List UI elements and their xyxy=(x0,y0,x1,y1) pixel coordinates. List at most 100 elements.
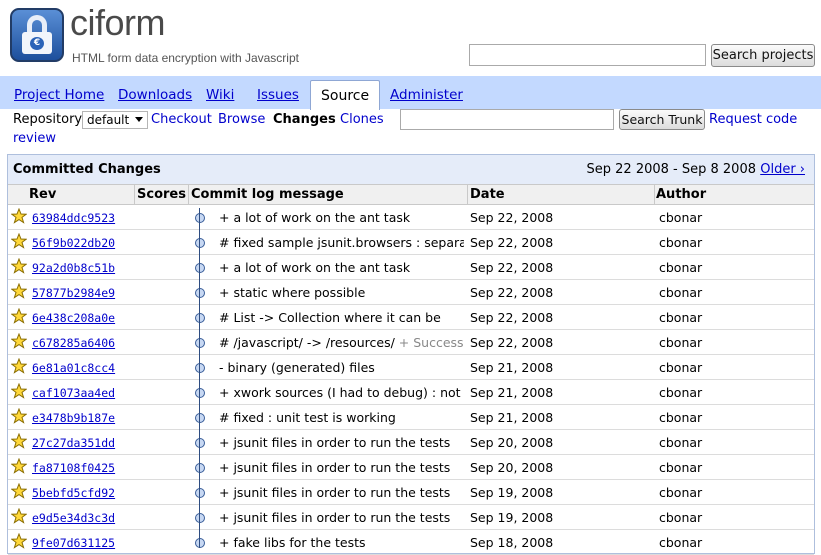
revision-link[interactable]: 5bebfd5cfd92 xyxy=(32,486,115,500)
search-trunk-button[interactable]: Search Trunk xyxy=(619,109,705,130)
commit-message[interactable]: # /javascript/ -> /resources/ + Success.… xyxy=(219,335,464,350)
revision-link[interactable]: 57877b2984e9 xyxy=(32,286,115,300)
commit-message[interactable]: + a lot of work on the ant task xyxy=(219,260,464,275)
project-summary: HTML form data encryption with Javascrip… xyxy=(72,51,299,65)
revision-link[interactable]: 63984ddc9523 xyxy=(32,211,115,225)
commit-message[interactable]: - binary (generated) files xyxy=(219,360,464,375)
commit-message[interactable]: + jsunit files in order to run the tests xyxy=(219,435,464,450)
col-rev[interactable]: Rev xyxy=(29,187,56,202)
table-row[interactable]: 56f9b022db20 # fixed sample jsunit.browse… xyxy=(8,230,814,255)
older-link[interactable]: Older › xyxy=(760,162,805,177)
commit-date: Sep 20, 2008 xyxy=(470,460,554,475)
commit-message-text: + jsunit files in order to run the tests xyxy=(219,510,451,525)
commit-author: cbonar xyxy=(659,360,703,375)
checkout-link[interactable]: Checkout xyxy=(151,112,212,127)
tab-wiki[interactable]: Wiki xyxy=(206,87,234,103)
revision-link[interactable]: 56f9b022db20 xyxy=(32,236,115,250)
star-icon[interactable] xyxy=(11,258,27,274)
col-author[interactable]: Author xyxy=(656,187,706,202)
revision-node-icon xyxy=(195,363,205,373)
star-icon[interactable] xyxy=(11,408,27,424)
dropdown-arrow-icon xyxy=(135,117,143,122)
table-row[interactable]: 63984ddc9523 + a lot of work on the ant t… xyxy=(8,205,814,230)
col-date[interactable]: Date xyxy=(470,187,505,202)
tab-administer[interactable]: Administer xyxy=(390,87,463,103)
revision-link[interactable]: e3478b9b187e xyxy=(32,411,115,425)
revision-node-icon xyxy=(195,263,205,273)
table-row[interactable]: caf1073aa4ed + xwork sources (I had to de… xyxy=(8,380,814,405)
request-code-link[interactable]: Request code xyxy=(709,112,797,127)
browse-link[interactable]: Browse xyxy=(218,112,265,127)
star-icon[interactable] xyxy=(11,458,27,474)
star-icon[interactable] xyxy=(11,508,27,524)
commit-message-text: + xwork sources (I had to debug) : not r… xyxy=(219,385,464,400)
euro-icon: € xyxy=(30,37,44,50)
star-icon[interactable] xyxy=(11,208,27,224)
search-projects-input[interactable] xyxy=(469,44,706,66)
repository-select[interactable]: default xyxy=(82,111,148,129)
table-row[interactable]: 6e81a01c8cc4 - binary (generated) files Se… xyxy=(8,355,814,380)
clones-link[interactable]: Clones xyxy=(340,112,384,127)
commit-date: Sep 21, 2008 xyxy=(470,360,554,375)
request-code-review-link[interactable]: review xyxy=(13,131,56,146)
search-projects-button[interactable]: Search projects xyxy=(711,44,815,67)
col-scores[interactable]: Scores xyxy=(137,187,186,202)
commit-message[interactable]: + a lot of work on the ant task xyxy=(219,210,464,225)
commit-message[interactable]: # List -> Collection where it can be xyxy=(219,310,464,325)
tab-source[interactable]: Source xyxy=(310,80,381,110)
commit-message[interactable]: + jsunit files in order to run the tests xyxy=(219,510,464,525)
commit-author: cbonar xyxy=(659,410,703,425)
commit-author: cbonar xyxy=(659,510,703,525)
star-icon[interactable] xyxy=(11,283,27,299)
revision-link[interactable]: fa87108f0425 xyxy=(32,461,115,475)
commit-message-text: # /javascript/ -> /resources/ xyxy=(219,335,395,350)
star-icon[interactable] xyxy=(11,483,27,499)
table-row[interactable]: 5bebfd5cfd92 + jsunit files in order to r… xyxy=(8,480,814,505)
table-row[interactable]: c678285a6406 # /javascript/ -> /resources… xyxy=(8,330,814,355)
commit-message[interactable]: + jsunit files in order to run the tests xyxy=(219,485,464,500)
star-icon[interactable] xyxy=(11,333,27,349)
commit-message-text: + a lot of work on the ant task xyxy=(219,260,411,275)
table-row[interactable]: e9d5e34d3c3d + jsunit files in order to r… xyxy=(8,505,814,530)
commit-message-extra: + Success... xyxy=(398,335,464,350)
revision-node-icon xyxy=(195,213,205,223)
commit-message[interactable]: + jsunit files in order to run the tests xyxy=(219,460,464,475)
commit-message[interactable]: + static where possible xyxy=(219,285,464,300)
col-commit-message[interactable]: Commit log message xyxy=(191,187,344,202)
revision-link[interactable]: 9fe07d631125 xyxy=(32,536,115,550)
star-icon[interactable] xyxy=(11,308,27,324)
commit-message[interactable]: # fixed : unit test is working xyxy=(219,410,464,425)
revision-link[interactable]: 92a2d0b8c51b xyxy=(32,261,115,275)
project-name[interactable]: ciform xyxy=(70,2,166,44)
commit-message[interactable]: # fixed sample jsunit.browsers : separa.… xyxy=(219,235,464,250)
table-row[interactable]: 27c27da351dd + jsunit files in order to r… xyxy=(8,430,814,455)
revision-link[interactable]: 6e81a01c8cc4 xyxy=(32,361,115,375)
date-range: Sep 22 2008 - Sep 8 2008 xyxy=(586,162,756,177)
tab-issues[interactable]: Issues xyxy=(257,87,299,103)
revision-link[interactable]: 27c27da351dd xyxy=(32,436,115,450)
commit-author: cbonar xyxy=(659,235,703,250)
commit-date: Sep 22, 2008 xyxy=(470,335,554,350)
revision-node-icon xyxy=(195,388,205,398)
tab-project-home[interactable]: Project Home xyxy=(14,87,104,103)
star-icon[interactable] xyxy=(11,233,27,249)
revision-link[interactable]: 6e438c208a0e xyxy=(32,311,115,325)
tab-downloads[interactable]: Downloads xyxy=(118,87,192,103)
star-icon[interactable] xyxy=(11,433,27,449)
commit-message[interactable]: + xwork sources (I had to debug) : not r… xyxy=(219,385,464,400)
revision-link[interactable]: e9d5e34d3c3d xyxy=(32,511,115,525)
commit-date: Sep 22, 2008 xyxy=(470,235,554,250)
table-row[interactable]: 92a2d0b8c51b + a lot of work on the ant t… xyxy=(8,255,814,280)
table-row[interactable]: fa87108f0425 + jsunit files in order to r… xyxy=(8,455,814,480)
star-icon[interactable] xyxy=(11,358,27,374)
star-icon[interactable] xyxy=(11,383,27,399)
table-row[interactable]: e3478b9b187e # fixed : unit test is worki… xyxy=(8,405,814,430)
commit-date: Sep 21, 2008 xyxy=(470,385,554,400)
search-trunk-input[interactable] xyxy=(400,109,614,130)
revision-link[interactable]: caf1073aa4ed xyxy=(32,386,115,400)
star-icon[interactable] xyxy=(11,533,27,549)
revision-link[interactable]: c678285a6406 xyxy=(32,336,115,350)
table-row[interactable]: 6e438c208a0e # List -> Collection where i… xyxy=(8,305,814,330)
table-row[interactable]: 57877b2984e9 + static where possible Sep 2… xyxy=(8,280,814,305)
commit-message-text: # fixed sample jsunit.browsers : separa.… xyxy=(219,235,464,250)
